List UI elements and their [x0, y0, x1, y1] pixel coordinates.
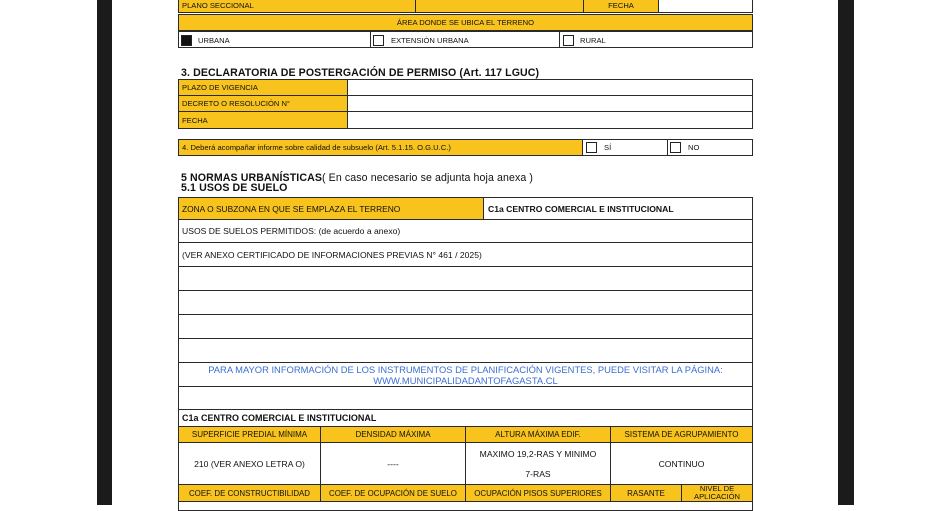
empty-row: [178, 266, 753, 291]
viewer-frame-left: [97, 0, 112, 505]
info-box: PARA MAYOR INFORMACIÓN DE LOS INSTRUMENT…: [178, 362, 753, 387]
zona-label-text: ZONA O SUBZONA EN QUE SE EMPLAZA EL TERR…: [182, 203, 401, 214]
empty-row: [178, 290, 753, 315]
document-page: PLANO SECCIONAL FECHA ÁREA DONDE SE UBIC…: [112, 0, 838, 511]
densidad-header: DENSIDAD MÁXIMA: [320, 426, 466, 443]
nivel-line2: APLICACIÓN: [694, 492, 740, 501]
densidad-value: ----: [320, 442, 466, 485]
section5-subtitle: 5.1 USOS DE SUELO: [181, 182, 288, 194]
zona-value: C1a CENTRO COMERCIAL E INSTITUCIONAL: [483, 197, 753, 220]
zona-label: ZONA O SUBZONA EN QUE SE EMPLAZA EL TERR…: [178, 197, 484, 220]
subsuelo-yes-checkbox[interactable]: [586, 142, 597, 153]
empty-row: [178, 314, 753, 339]
empty-row: [178, 338, 753, 363]
nivel-aplicacion-header: NIVEL DE APLICACIÓN: [681, 484, 753, 502]
fecha-postergacion-field[interactable]: [347, 111, 753, 129]
section3-title: 3. DECLARATORIA DE POSTERGACIÓN DE PERMI…: [181, 67, 540, 79]
rasante-header: RASANTE: [610, 484, 682, 502]
divider: [370, 31, 371, 48]
subsuelo-no-label: NO: [688, 143, 700, 152]
rural-checkbox[interactable]: [563, 35, 574, 46]
subsuelo-question: 4. Deberá acompañar informe sobre calida…: [178, 139, 583, 156]
viewer-frame-right: [838, 0, 854, 505]
superficie-value: 210 (VER ANEXO LETRA O): [178, 442, 321, 485]
rural-label: RURAL: [580, 36, 606, 45]
divider: [667, 139, 668, 156]
agrupamiento-value: CONTINUO: [610, 442, 753, 485]
altura-value-line1: MAXIMO 19,2-RAS Y MINIMO: [479, 448, 597, 459]
urbana-checkbox[interactable]: [181, 35, 192, 46]
plazo-vigencia-field[interactable]: [347, 79, 753, 96]
constructibilidad-header: COEF. DE CONSTRUCTIBILIDAD: [178, 484, 321, 502]
decreto-field[interactable]: [347, 95, 753, 112]
fecha-label: FECHA: [583, 0, 659, 13]
divider: [559, 31, 560, 48]
fecha-value: [658, 0, 753, 13]
ocupacion-suelo-header: COEF. DE OCUPACIÓN DE SUELO: [320, 484, 466, 502]
municipalidad-link[interactable]: WWW.MUNICIPALIDADANTOFAGASTA.CL: [373, 375, 557, 386]
altura-value-line2: 7-RAS: [525, 468, 551, 479]
ver-anexo-row: (VER ANEXO CERTIFICADO DE INFORMACIONES …: [178, 242, 753, 267]
altura-header: ALTURA MÁXIMA EDIF.: [465, 426, 611, 443]
plazo-vigencia-label: PLAZO DE VIGENCIA: [178, 79, 348, 96]
urbana-label: URBANA: [198, 36, 230, 45]
value-row-2: [178, 501, 753, 511]
area-header: ÁREA DONDE SE UBICA EL TERRENO: [178, 14, 753, 31]
section5-title-note: ( En caso necesario se adjunta hoja anex…: [322, 172, 534, 184]
usos-permitidos-row: USOS DE SUELOS PERMITIDOS: (de acuerdo a…: [178, 219, 753, 243]
extension-urbana-checkbox[interactable]: [373, 35, 384, 46]
empty-row: [178, 386, 753, 410]
ocupacion-pisos-header: OCUPACIÓN PISOS SUPERIORES: [465, 484, 611, 502]
extension-urbana-label: EXTENSIÓN URBANA: [391, 36, 469, 45]
fecha-postergacion-label: FECHA: [178, 111, 348, 129]
subsuelo-yes-label: SÍ: [604, 143, 612, 152]
agrupamiento-header: SISTEMA DE AGRUPAMIENTO: [610, 426, 753, 443]
zone-table-title: C1a CENTRO COMERCIAL E INSTITUCIONAL: [178, 409, 753, 427]
plano-seccional-value: [415, 0, 584, 13]
superficie-header: SUPERFICIE PREDIAL MÍNIMA: [178, 426, 321, 443]
info-text: PARA MAYOR INFORMACIÓN DE LOS INSTRUMENT…: [208, 363, 723, 375]
decreto-label: DECRETO O RESOLUCIÓN N°: [178, 95, 348, 112]
altura-value: MAXIMO 19,2-RAS Y MINIMO 7-RAS: [465, 442, 611, 485]
subsuelo-no-checkbox[interactable]: [670, 142, 681, 153]
